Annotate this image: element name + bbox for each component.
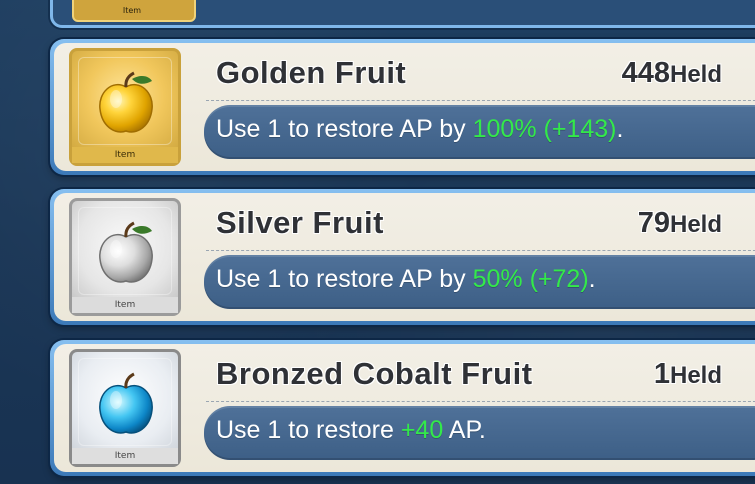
- held-count: 1Held: [654, 358, 722, 391]
- description-text: Use 1 to restore AP by 50% (+72).: [216, 265, 596, 294]
- description-amount: 50% (+72): [472, 265, 589, 293]
- held-count: 448Held: [622, 57, 722, 90]
- description-text: Use 1 to restore +40 AP.: [216, 416, 486, 445]
- description-suffix: .: [588, 265, 596, 293]
- silver-apple-icon: [99, 221, 153, 283]
- description-suffix: AP.: [443, 416, 486, 444]
- item-card-golden-fruit[interactable]: Item Golden Fruit 448Held Use 1 to resto…: [50, 39, 755, 175]
- item-type-label: Item: [72, 448, 178, 464]
- description-suffix: .: [616, 115, 624, 143]
- item-type-label: Item: [72, 297, 178, 313]
- item-name: Silver Fruit: [216, 205, 384, 240]
- golden-fruit-icon-frame: Item: [69, 48, 181, 166]
- held-label: Held: [669, 211, 722, 238]
- held-label: Held: [669, 362, 722, 389]
- silver-fruit-icon-frame: Item: [69, 198, 181, 316]
- held-number: 448: [621, 57, 670, 89]
- item-card-body: Item Golden Fruit 448Held Use 1 to resto…: [54, 43, 755, 171]
- item-card-silver-fruit[interactable]: Item Silver Fruit 79Held Use 1 to restor…: [50, 189, 755, 325]
- item-description: Use 1 to restore +40 AP.: [204, 406, 755, 460]
- item-card-body: Item Bronzed Cobalt Fruit 1Held Use 1 to…: [54, 344, 755, 472]
- description-amount: 100% (+143): [472, 115, 617, 143]
- held-count: 79Held: [638, 207, 722, 240]
- item-description: Use 1 to restore AP by 50% (+72).: [204, 255, 755, 309]
- cobalt-apple-icon: [99, 372, 153, 434]
- divider: [206, 401, 755, 402]
- item-name: Golden Fruit: [216, 55, 407, 90]
- description-prefix: Use 1 to restore AP by: [216, 115, 473, 143]
- description-prefix: Use 1 to restore AP by: [216, 265, 473, 293]
- held-number: 1: [653, 358, 670, 390]
- cobalt-fruit-icon-frame: Item: [69, 349, 181, 467]
- held-number: 79: [637, 207, 670, 239]
- description-amount: +40: [400, 416, 444, 444]
- partial-item-label: Item: [122, 6, 142, 15]
- item-name: Bronzed Cobalt Fruit: [216, 356, 533, 391]
- divider: [206, 250, 755, 251]
- held-label: Held: [669, 61, 722, 88]
- description-prefix: Use 1 to restore: [216, 416, 401, 444]
- description-text: Use 1 to restore AP by 100% (+143).: [216, 115, 623, 144]
- divider: [206, 100, 755, 101]
- item-type-label: Item: [72, 147, 178, 163]
- item-description: Use 1 to restore AP by 100% (+143).: [204, 105, 755, 159]
- golden-apple-icon: [99, 71, 153, 133]
- item-card-body: Item Silver Fruit 79Held Use 1 to restor…: [54, 193, 755, 321]
- item-card-bronzed-cobalt-fruit[interactable]: Item Bronzed Cobalt Fruit 1Held Use 1 to…: [50, 340, 755, 476]
